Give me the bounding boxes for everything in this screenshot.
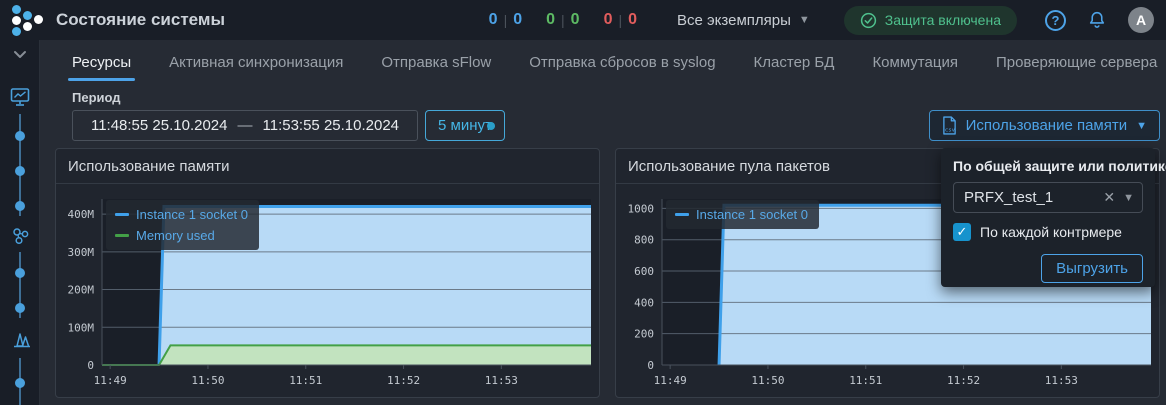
chart-legend: Instance 1 socket 0Memory used xyxy=(106,200,259,250)
counter-pair-1[interactable]: 0|0 xyxy=(546,11,579,29)
svg-text:0: 0 xyxy=(87,359,94,372)
sidebar xyxy=(0,40,40,405)
counter-pair-0[interactable]: 0|0 xyxy=(489,11,522,29)
memory-usage-chart: 0 100M 200M 300M 400M 11:49 11:50 11:51 11:52 11:… xyxy=(56,185,599,397)
period-start: 11:48:55 25.10.2024 xyxy=(91,117,228,134)
svg-text:0: 0 xyxy=(647,359,654,372)
svg-text:11:49: 11:49 xyxy=(94,374,127,387)
tab-6[interactable]: Проверяющие сервера xyxy=(996,40,1157,84)
export-options-panel: По общей защите или политике PRFX_test_1… xyxy=(941,148,1155,287)
export-button-label: Использование памяти xyxy=(966,117,1128,134)
tab-4[interactable]: Кластер БД xyxy=(754,40,835,84)
check-circle-icon xyxy=(860,12,877,29)
svg-text:600: 600 xyxy=(634,265,654,278)
svg-text:csv: csv xyxy=(944,128,955,134)
period-range-input[interactable]: 11:48:55 25.10.2024 — 11:53:55 25.10.202… xyxy=(72,110,418,141)
protection-status-label: Защита включена xyxy=(885,12,1001,28)
svg-text:300M: 300M xyxy=(68,246,95,259)
protection-status-badge[interactable]: Защита включена xyxy=(844,6,1017,35)
timeline-dot xyxy=(15,268,25,278)
avatar-letter: A xyxy=(1136,12,1146,28)
counter-pair-2[interactable]: 0|0 xyxy=(604,11,637,29)
policy-select[interactable]: PRFX_test_1 ✕ ▼ xyxy=(953,182,1143,213)
svg-text:400M: 400M xyxy=(68,208,95,221)
legend-item[interactable]: Instance 1 socket 0 xyxy=(115,204,248,225)
export-memory-usage-button[interactable]: csv Использование памяти ▼ xyxy=(929,110,1160,141)
timeline-dot xyxy=(15,166,25,176)
user-avatar[interactable]: A xyxy=(1128,7,1154,33)
period-label: Период xyxy=(72,90,121,105)
topbar: Состояние системы 0|0 0|0 0|0 Все экземпля… xyxy=(0,0,1166,40)
legend-item[interactable]: Memory used xyxy=(115,225,248,246)
app-logo-icon xyxy=(10,4,46,36)
main-content: Ресурсы Активная синхронизация Отправка sF… xyxy=(40,40,1166,405)
svg-text:200: 200 xyxy=(634,328,654,341)
panel-title: По общей защите или политике xyxy=(953,158,1143,174)
help-icon[interactable]: ? xyxy=(1045,10,1066,31)
live-indicator-dot xyxy=(487,122,495,130)
tab-2[interactable]: Отправка sFlow xyxy=(381,40,491,84)
svg-text:11:50: 11:50 xyxy=(191,374,224,387)
tab-3[interactable]: Отправка сбросов в syslog xyxy=(529,40,715,84)
timeline-dot xyxy=(15,201,25,211)
tab-1[interactable]: Активная синхронизация xyxy=(169,40,343,84)
chart-legend: Instance 1 socket 0 xyxy=(666,200,819,229)
chevron-down-icon: ▼ xyxy=(1123,192,1134,204)
svg-text:11:50: 11:50 xyxy=(751,374,784,387)
period-separator: — xyxy=(238,117,253,134)
instances-dropdown-label: Все экземпляры xyxy=(677,12,791,29)
period-end: 11:53:55 25.10.2024 xyxy=(263,117,400,134)
timeline-dot xyxy=(15,131,25,141)
tab-bar: Ресурсы Активная синхронизация Отправка sF… xyxy=(40,40,1166,84)
cones-icon[interactable] xyxy=(9,328,33,352)
svg-text:11:53: 11:53 xyxy=(485,374,518,387)
svg-text:800: 800 xyxy=(634,234,654,247)
tab-5[interactable]: Коммутация xyxy=(872,40,958,84)
per-countermeasure-label: По каждой контрмере xyxy=(980,224,1122,240)
csv-file-icon: csv xyxy=(942,116,957,135)
svg-text:1000: 1000 xyxy=(628,202,655,215)
instances-dropdown[interactable]: Все экземпляры ▼ xyxy=(677,12,810,29)
clear-selection-icon[interactable]: ✕ xyxy=(1103,189,1115,206)
notifications-bell-icon[interactable] xyxy=(1086,9,1108,31)
cluster-nodes-icon[interactable] xyxy=(9,224,33,248)
svg-text:11:51: 11:51 xyxy=(289,374,322,387)
chart-title: Использование памяти xyxy=(56,149,599,184)
chevron-down-icon: ▼ xyxy=(799,14,810,26)
svg-text:11:53: 11:53 xyxy=(1045,374,1078,387)
svg-text:11:52: 11:52 xyxy=(947,374,980,387)
svg-text:200M: 200M xyxy=(68,284,95,297)
legend-item[interactable]: Instance 1 socket 0 xyxy=(675,204,808,225)
collapse-chevron-icon[interactable] xyxy=(9,48,31,62)
svg-text:100M: 100M xyxy=(68,321,95,334)
download-button[interactable]: Выгрузить xyxy=(1041,254,1143,283)
memory-usage-card: Использование памяти 0 100M 200M 300M 400M 11… xyxy=(55,148,600,398)
svg-text:11:51: 11:51 xyxy=(849,374,882,387)
timeline-dot xyxy=(15,303,25,313)
status-counters: 0|0 0|0 0|0 xyxy=(489,11,637,29)
chevron-down-icon: ▼ xyxy=(1136,120,1147,132)
svg-text:400: 400 xyxy=(634,296,654,309)
tab-0[interactable]: Ресурсы xyxy=(72,40,131,84)
checkmark-icon: ✓ xyxy=(957,224,968,240)
svg-text:11:49: 11:49 xyxy=(654,374,687,387)
svg-text:11:52: 11:52 xyxy=(387,374,420,387)
monitor-chart-icon[interactable] xyxy=(9,86,31,108)
policy-select-value: PRFX_test_1 xyxy=(964,189,1103,206)
timeline-dot xyxy=(15,378,25,388)
per-countermeasure-checkbox[interactable]: ✓ xyxy=(953,223,971,241)
page-title: Состояние системы xyxy=(56,10,225,30)
